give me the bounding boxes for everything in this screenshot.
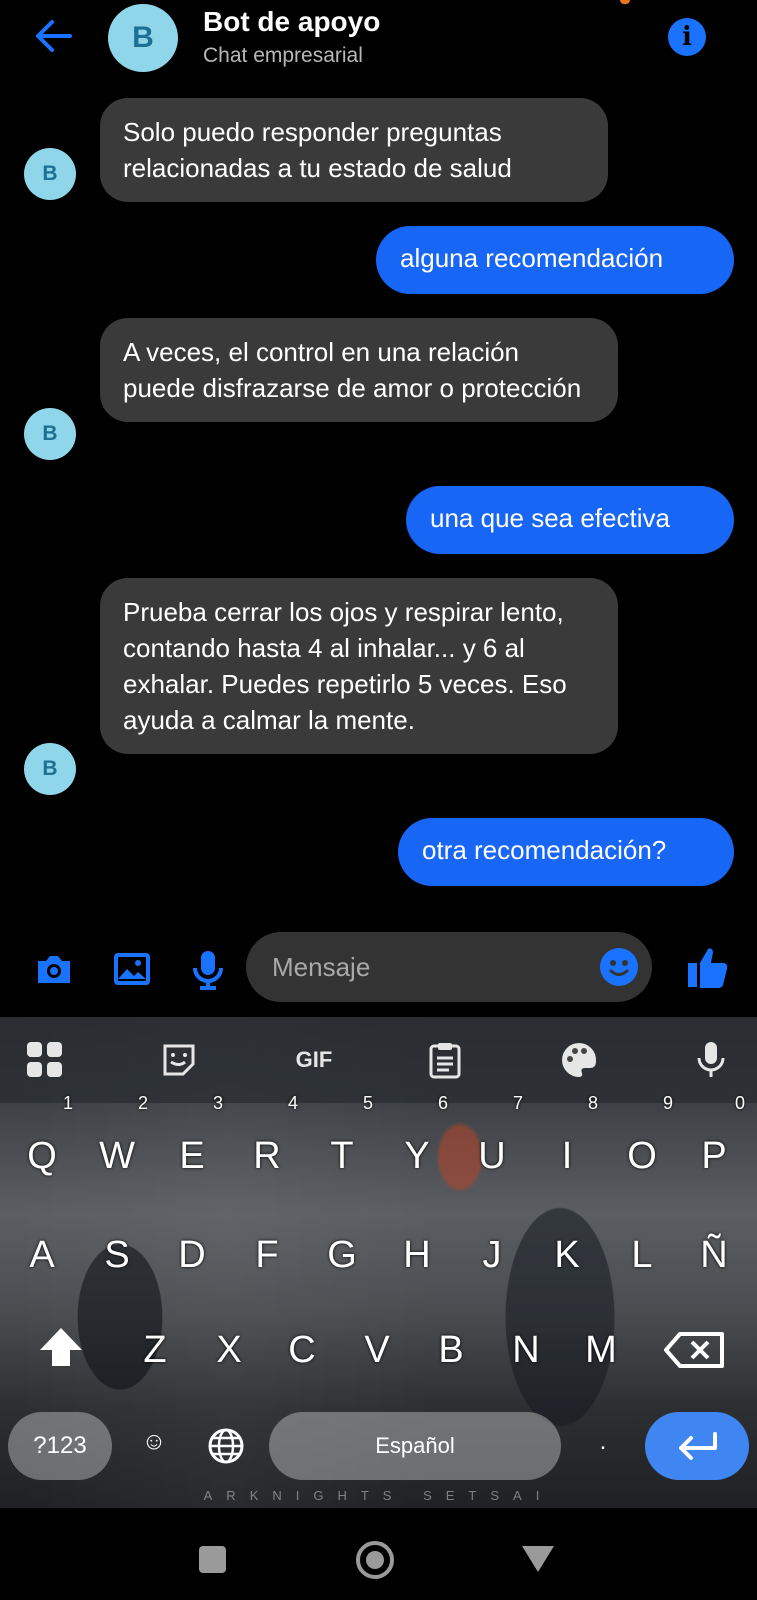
system-nav-bar	[0, 1508, 757, 1600]
image-icon[interactable]	[110, 947, 154, 991]
gif-icon[interactable]: GIF	[286, 1039, 342, 1081]
palette-icon[interactable]	[558, 1039, 600, 1081]
microphone-icon[interactable]	[186, 947, 230, 991]
apps-grid-icon[interactable]	[24, 1039, 66, 1081]
user-message[interactable]: alguna recomendación	[376, 226, 734, 294]
keyboard-watermark: ARKNIGHTS SETSAI	[203, 1488, 554, 1503]
sticker-icon[interactable]	[158, 1039, 200, 1081]
key-w[interactable]: W2	[80, 1094, 154, 1196]
bot-avatar-small[interactable]: B	[24, 408, 76, 460]
key-enye[interactable]: Ñ	[677, 1215, 751, 1295]
bot-avatar-small[interactable]: B	[24, 743, 76, 795]
back-icon[interactable]	[522, 1546, 554, 1572]
key-e[interactable]: E3	[155, 1094, 229, 1196]
thumbs-up-icon[interactable]	[686, 943, 730, 988]
bot-avatar-small[interactable]: B	[24, 148, 76, 200]
space-key[interactable]: Español	[269, 1412, 561, 1480]
shift-icon[interactable]	[24, 1310, 98, 1390]
key-i[interactable]: I8	[530, 1094, 604, 1196]
key-g[interactable]: G	[305, 1215, 379, 1295]
microphone-icon[interactable]	[690, 1039, 732, 1081]
camera-icon[interactable]	[32, 947, 76, 991]
message-input[interactable]: Mensaje	[246, 932, 652, 1002]
key-u[interactable]: U7	[455, 1094, 529, 1196]
key-l[interactable]: L	[605, 1215, 679, 1295]
key-x[interactable]: X	[192, 1310, 266, 1390]
enter-key[interactable]	[645, 1412, 749, 1480]
key-s[interactable]: S	[80, 1215, 154, 1295]
key-m[interactable]: M	[564, 1310, 638, 1390]
bot-avatar[interactable]: B	[108, 4, 178, 72]
key-a[interactable]: A	[5, 1215, 79, 1295]
recents-icon[interactable]	[199, 1546, 226, 1573]
bot-message[interactable]: A veces, el control en una relación pued…	[100, 318, 618, 422]
chat-title[interactable]: Bot de apoyo	[203, 6, 380, 38]
emoji-comma-key[interactable]: ☺	[134, 1412, 174, 1472]
key-y[interactable]: Y6	[380, 1094, 454, 1196]
key-k[interactable]: K	[530, 1215, 604, 1295]
chat-subtitle: Chat empresarial	[203, 44, 363, 67]
key-q[interactable]: Q1	[5, 1094, 79, 1196]
key-z[interactable]: Z	[118, 1310, 192, 1390]
user-message[interactable]: otra recomendación?	[398, 818, 734, 886]
keyboard-toolbar: GIF	[0, 1017, 757, 1103]
clipboard-icon[interactable]	[424, 1039, 466, 1081]
key-c[interactable]: C	[265, 1310, 339, 1390]
info-icon[interactable]: i	[668, 18, 706, 56]
key-d[interactable]: D	[155, 1215, 229, 1295]
message-composer: Mensaje	[0, 925, 757, 1007]
chat-header: B Bot de apoyo Chat empresarial i	[0, 0, 757, 88]
key-v[interactable]: V	[340, 1310, 414, 1390]
back-arrow-icon[interactable]	[30, 16, 78, 56]
globe-icon[interactable]	[206, 1416, 246, 1476]
key-p[interactable]: P0	[677, 1094, 751, 1196]
notification-dot	[620, 0, 630, 4]
key-o[interactable]: O9	[605, 1094, 679, 1196]
symbols-key[interactable]: ?123	[8, 1412, 112, 1480]
key-r[interactable]: R4	[230, 1094, 304, 1196]
bot-message[interactable]: Prueba cerrar los ojos y respirar lento,…	[100, 578, 618, 754]
backspace-icon[interactable]	[658, 1310, 732, 1390]
key-n[interactable]: N	[489, 1310, 563, 1390]
key-f[interactable]: F	[230, 1215, 304, 1295]
key-t[interactable]: T5	[305, 1094, 379, 1196]
bot-message[interactable]: Solo puedo responder preguntas relaciona…	[100, 98, 608, 202]
key-b[interactable]: B	[414, 1310, 488, 1390]
emoji-icon[interactable]	[600, 948, 638, 986]
user-message[interactable]: una que sea efectiva	[406, 486, 734, 554]
key-h[interactable]: H	[380, 1215, 454, 1295]
key-j[interactable]: J	[455, 1215, 529, 1295]
message-placeholder: Mensaje	[272, 952, 371, 982]
period-key[interactable]: .	[583, 1412, 623, 1472]
home-icon[interactable]	[356, 1541, 394, 1579]
